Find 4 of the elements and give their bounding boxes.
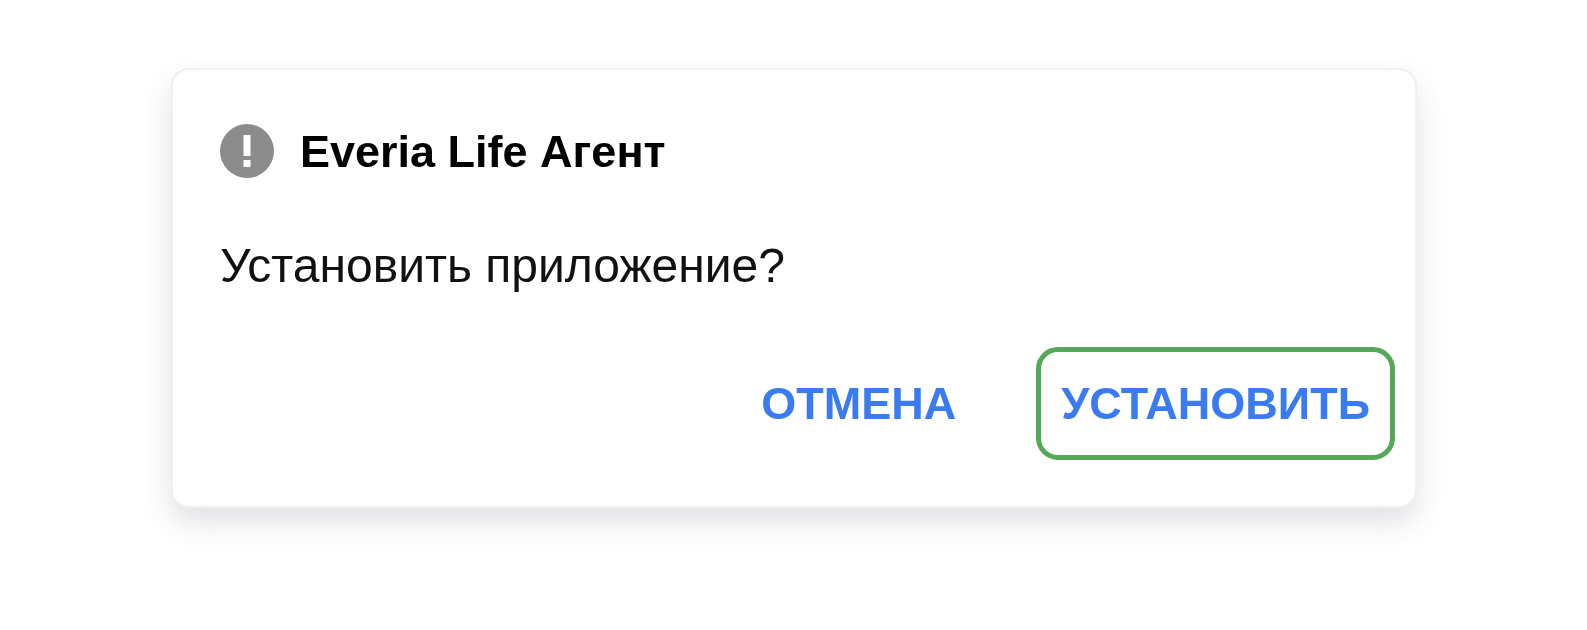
dialog-title: Everia Life Агент bbox=[300, 128, 666, 174]
focused-dialog-button[interactable]: УСТАНОВИТЬ bbox=[1036, 347, 1395, 460]
alert-icon bbox=[220, 124, 274, 178]
dialog-message: Установить приложение? bbox=[220, 239, 785, 292]
